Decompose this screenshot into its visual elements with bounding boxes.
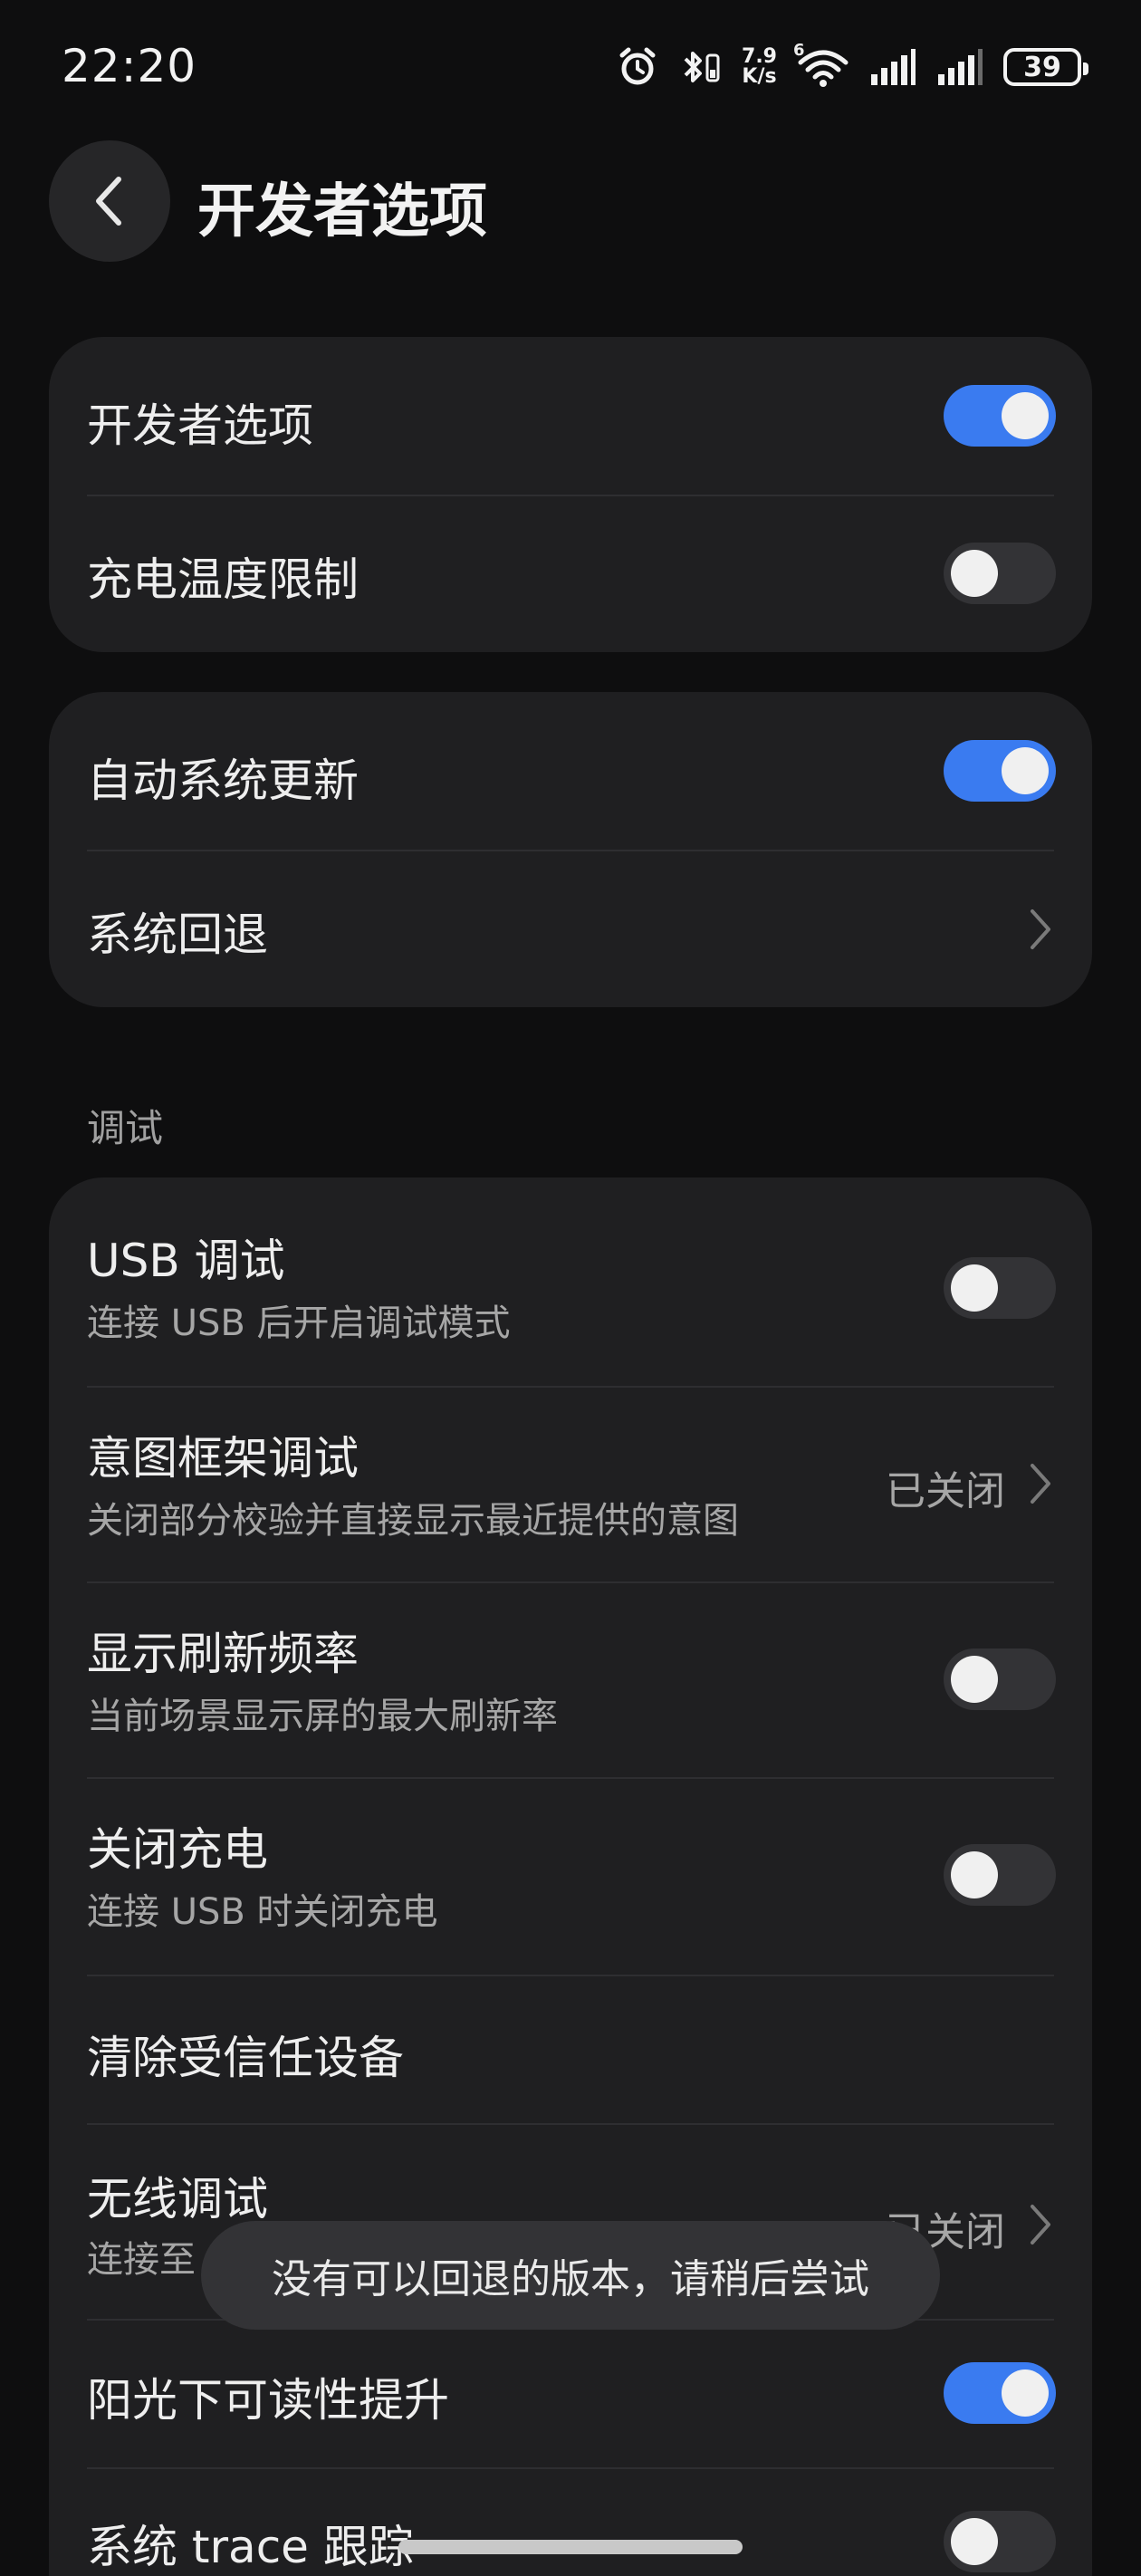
row-intent-framework-debug[interactable]: 意图框架调试 关闭部分校验并直接显示最近提供的意图 已关闭	[49, 1386, 1092, 1581]
chevron-right-icon	[1031, 2205, 1050, 2244]
intent-framework-status: 已关闭	[886, 1468, 1005, 1514]
row-charge-temp-limit[interactable]: 充电温度限制	[49, 495, 1092, 652]
row-description: 连接 USB 时关闭充电	[87, 1891, 438, 1933]
card-developer: 开发者选项 充电温度限制	[49, 337, 1092, 652]
row-developer-options[interactable]: 开发者选项	[49, 337, 1092, 495]
row-system-rollback[interactable]: 系统回退	[49, 850, 1092, 1007]
row-description: 当前场景显示屏的最大刷新率	[87, 1696, 558, 1737]
row-label: 关闭充电	[87, 1823, 268, 1876]
signal-icon-sim2	[936, 49, 983, 85]
network-speed: 7.9 K/s	[742, 45, 777, 88]
battery-indicator: 39	[1003, 48, 1088, 86]
row-label: 清除受信任设备	[87, 2032, 404, 2084]
page-title: 开发者选项	[197, 178, 487, 245]
row-clear-trusted-devices[interactable]: 清除受信任设备	[49, 1975, 1092, 2123]
row-show-refresh-rate[interactable]: 显示刷新频率 当前场景显示屏的最大刷新率	[49, 1581, 1092, 1777]
row-disable-charging[interactable]: 关闭充电 连接 USB 时关闭充电	[49, 1777, 1092, 1975]
row-label: 自动系统更新	[87, 755, 359, 807]
row-system-trace[interactable]: 系统 trace 跟踪	[49, 2467, 1092, 2576]
row-label: 无线调试	[87, 2173, 268, 2225]
row-label: 意图框架调试	[87, 1432, 359, 1485]
row-usb-debugging[interactable]: USB 调试 连接 USB 后开启调试模式	[49, 1177, 1092, 1386]
section-label-debug: 调试	[87, 1106, 164, 1150]
row-label: 充电温度限制	[87, 553, 359, 606]
status-time: 22:20	[62, 40, 197, 92]
row-label: 阳光下可读性提升	[87, 2374, 449, 2427]
row-label: 开发者选项	[87, 399, 313, 452]
sunlight-readability-toggle[interactable]	[944, 2362, 1056, 2424]
status-bar: 22:20 7.9 K/s 6 39	[0, 0, 1141, 136]
row-auto-system-update[interactable]: 自动系统更新	[49, 692, 1092, 850]
home-indicator[interactable]	[398, 2540, 743, 2554]
toast-message: 没有可以回退的版本，请稍后尝试	[201, 2221, 940, 2330]
row-label: 系统回退	[87, 908, 268, 961]
status-icons: 7.9 K/s 6 39	[617, 40, 1088, 94]
row-sunlight-readability[interactable]: 阳光下可读性提升	[49, 2319, 1092, 2467]
developer-options-page: 22:20 7.9 K/s 6 39 开发者选项 开发者选项 充电温度限制 自动…	[0, 0, 1141, 2576]
signal-icon-sim1	[869, 49, 916, 85]
system-trace-toggle[interactable]	[944, 2511, 1056, 2572]
wifi-icon: 6	[793, 41, 849, 88]
disable-charging-toggle[interactable]	[944, 1844, 1056, 1906]
row-label: 显示刷新频率	[87, 1628, 359, 1680]
row-description: 连接至	[87, 2239, 196, 2281]
chevron-left-icon	[96, 177, 121, 226]
charge-temp-limit-toggle[interactable]	[944, 543, 1056, 604]
usb-debugging-toggle[interactable]	[944, 1257, 1056, 1319]
show-refresh-rate-toggle[interactable]	[944, 1648, 1056, 1710]
chevron-right-icon	[1031, 1464, 1050, 1504]
alarm-icon	[617, 46, 658, 88]
row-description: 关闭部分校验并直接显示最近提供的意图	[87, 1500, 739, 1542]
row-label: USB 调试	[87, 1235, 285, 1287]
chevron-right-icon	[1031, 909, 1050, 949]
card-debugging: USB 调试 连接 USB 后开启调试模式 意图框架调试 关闭部分校验并直接显示…	[49, 1177, 1092, 2576]
row-description: 连接 USB 后开启调试模式	[87, 1302, 511, 1344]
back-button[interactable]	[49, 140, 170, 262]
auto-system-update-toggle[interactable]	[944, 740, 1056, 802]
bluetooth-icon	[678, 46, 722, 88]
row-label: 系统 trace 跟踪	[87, 2521, 414, 2573]
card-system-update: 自动系统更新 系统回退	[49, 692, 1092, 1007]
developer-options-toggle[interactable]	[944, 385, 1056, 447]
